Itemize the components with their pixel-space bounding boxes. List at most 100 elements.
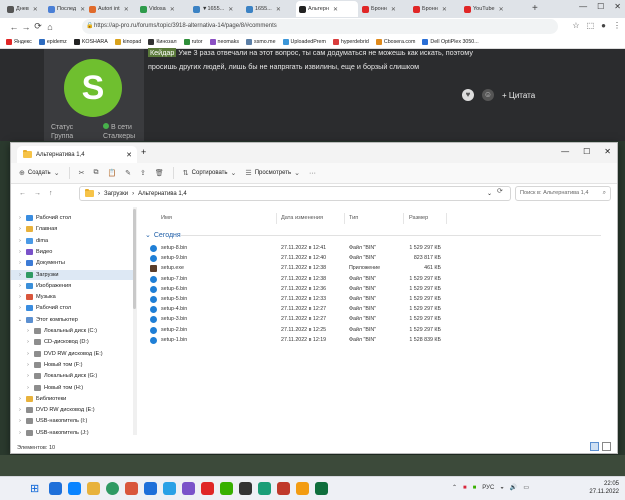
taskbar-app-icon[interactable] [296,482,309,495]
nav-item[interactable]: ⌄ Этот компьютер [11,315,133,325]
new-tab-icon[interactable]: + [141,147,146,157]
battery-icon[interactable]: ▭ [523,484,529,491]
taskbar-app-icon[interactable] [239,482,252,495]
taskbar-app-icon[interactable] [49,482,62,495]
taskbar-app-icon[interactable] [144,482,157,495]
chevron-right-icon[interactable]: › [17,407,23,413]
table-row[interactable]: setup-2.bin 27.11.2022 в 12:25 Файл "BIN" 1… [141,325,617,335]
profile-icon[interactable]: ● [601,21,606,30]
heart-icon[interactable]: ♥ [462,89,474,101]
avatar[interactable]: S [64,59,122,117]
bookmark-item[interactable]: Cbosera.com [375,38,415,45]
bookmark-item[interactable]: ssmo.me [246,38,276,45]
taskbar-app-icon[interactable] [68,482,81,495]
taskbar-app-icon[interactable] [277,482,290,495]
create-button[interactable]: ⊕ Создать ⌄ [19,169,60,177]
close-tab-icon[interactable]: ✕ [170,6,175,13]
share-icon[interactable]: ⇪ [140,169,146,177]
taskbar-app-icon[interactable] [182,482,195,495]
new-tab-icon[interactable]: + [532,3,538,14]
table-row[interactable]: setup-1.bin 27.11.2022 в 12:19 Файл "BIN" 1… [141,335,617,345]
browser-tab[interactable]: Бронн ✕ [410,1,460,17]
chevron-right-icon[interactable]: › [17,430,23,436]
chevron-right-icon[interactable]: › [17,272,23,278]
nav-item[interactable]: › Новый том (H:) [11,383,133,393]
close-tab-icon[interactable]: ✕ [333,6,338,13]
chevron-right-icon[interactable]: › [17,238,23,244]
column-divider[interactable] [344,213,345,224]
rename-icon[interactable]: ✎ [125,169,131,177]
nav-item[interactable]: › Документы [11,258,133,268]
menu-icon[interactable]: ⋮ [613,21,621,30]
column-divider[interactable] [403,213,404,224]
nav-item[interactable]: › CD-дисковод (D:) [11,337,133,347]
close-tab-icon[interactable]: ✕ [80,6,85,13]
nav-item[interactable]: › DVD RW дисковод (E:) [11,349,133,359]
nav-item[interactable]: › DVD RW дисковод (E:) [11,405,133,415]
taskbar-app-icon[interactable] [106,482,119,495]
browser-tab[interactable]: Autori int ✕ [86,1,136,17]
breadcrumb-downloads[interactable]: Загрузки [104,191,128,197]
up-icon[interactable]: ↑ [49,190,53,197]
chevron-right-icon[interactable]: › [25,362,31,368]
chevron-right-icon[interactable]: › [25,328,31,334]
nav-item[interactable]: › Главная [11,224,133,234]
nav-item[interactable]: › Видео [11,247,133,257]
table-row[interactable]: setup-8.bin 27.11.2022 в 12:41 Файл "BIN" 1… [141,243,617,253]
view-button[interactable]: ☰ Просмотреть ⌄ [245,169,300,177]
taskbar-app-icon[interactable] [125,482,138,495]
bookmark-item[interactable]: neomaks [209,38,239,45]
browser-tab[interactable]: Альтерн ✕ [296,1,358,17]
close-tab-icon[interactable]: ✕ [276,6,281,13]
close-tab-icon[interactable]: ✕ [33,6,38,13]
nav-item[interactable]: › Рабочий стол [11,303,133,313]
mention-nick[interactable]: Кейдар [148,48,177,57]
torrent-icon[interactable]: ■ [473,485,477,491]
chevron-right-icon[interactable]: › [17,418,23,424]
search-input[interactable]: Поиск в: Альтернатива 1,4 ⌕ [515,186,611,201]
group-header[interactable]: ⌄ Сегодня [145,231,181,240]
chevron-right-icon[interactable]: › [25,373,31,379]
tiles-view-icon[interactable] [602,442,611,451]
nav-item[interactable]: › Библиотеки [11,394,133,404]
minimize-icon[interactable]: — [579,2,587,11]
language-indicator[interactable]: РУС [482,485,494,491]
bookmark-item[interactable]: UploadedPrem [282,38,326,45]
refresh-icon[interactable]: ⟳ [497,187,503,195]
close-tab-icon[interactable]: ✕ [499,6,504,13]
copy-icon[interactable]: ⧉ [93,169,98,177]
close-tab-icon[interactable]: ✕ [124,6,129,13]
bookmark-item[interactable]: Яндекс [6,38,32,45]
column-divider[interactable] [446,213,447,224]
taskbar-app-icon[interactable] [87,482,100,495]
volume-icon[interactable]: 🔊 [510,484,517,491]
column-date[interactable]: Дата изменения [281,215,323,221]
nav-item[interactable]: › Загрузки [11,269,133,280]
breadcrumb[interactable]: › Загрузки › Альтернатива 1,4 ⌄ [79,186,511,201]
extensions-icon[interactable]: ⬚ [587,21,595,30]
nav-scrollbar[interactable] [133,207,137,435]
nav-item[interactable]: › USB-накопитель (J:) [11,428,133,438]
cut-icon[interactable]: ✂ [79,169,85,177]
close-icon[interactable]: ✕ [614,2,621,11]
chevron-right-icon[interactable]: › [25,351,31,357]
maximize-icon[interactable]: ☐ [597,2,604,11]
quote-button[interactable]: + Цитата [502,91,535,100]
browser-tab[interactable]: 1655... ✕ [243,1,295,17]
home-icon[interactable]: ⌂ [44,22,56,32]
forward-icon[interactable]: → [34,190,41,197]
bookmark-item[interactable]: Кинозал [148,38,177,45]
nav-item[interactable]: › Рабочий стол [11,213,133,223]
column-type[interactable]: Тип [349,215,358,221]
start-icon[interactable]: ⊞ [30,482,43,495]
browser-tab[interactable]: Vidosa ✕ [137,1,189,17]
sort-button[interactable]: ⇅ Сортировать ⌄ [183,169,237,177]
chevron-right-icon[interactable]: › [17,249,23,255]
nav-item[interactable]: › Локальный диск (C:) [11,326,133,336]
close-tab-icon[interactable]: ✕ [126,151,132,159]
close-icon[interactable]: ✕ [604,147,611,156]
chevron-right-icon[interactable]: › [17,283,23,289]
nav-item[interactable]: › Музыка [11,292,133,302]
table-row[interactable]: setup-5.bin 27.11.2022 в 12:33 Файл "BIN" 1… [141,294,617,304]
explorer-tab[interactable]: Альтернатива 1,4 ✕ [17,146,137,163]
